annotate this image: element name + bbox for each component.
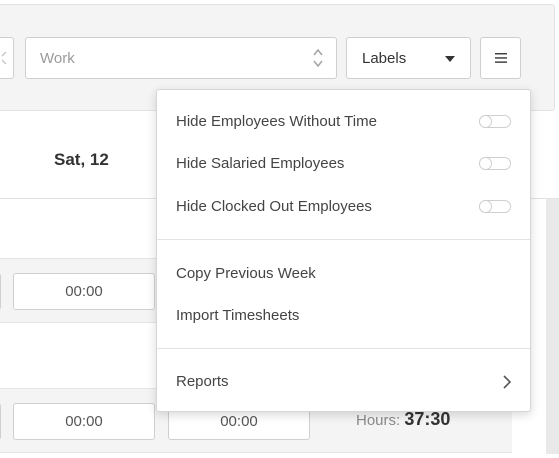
toggle-knob [479, 157, 492, 170]
menu-item-copy-previous-week[interactable]: Copy Previous Week [157, 252, 530, 294]
menu-item-label: Reports [176, 372, 229, 390]
menu-item-import-timesheets[interactable]: Import Timesheets [157, 294, 530, 336]
toggle-knob [479, 200, 492, 213]
toggle-hide-clocked-out-employees[interactable]: Hide Clocked Out Employees [157, 185, 530, 227]
time-input-partial[interactable] [0, 403, 1, 440]
options-dropdown: Hide Employees Without Time Hide Salarie… [156, 89, 531, 412]
time-input-partial[interactable] [0, 273, 1, 310]
hours-label: Hours: [356, 412, 401, 429]
toggle-label: Hide Salaried Employees [176, 154, 345, 172]
hours-total: Hours: 37:30 [356, 409, 450, 430]
labels-select-value: Labels [362, 49, 407, 67]
toggle-knob [479, 115, 492, 128]
menu-item-reports[interactable]: Reports [157, 360, 530, 402]
left-stepper[interactable] [0, 37, 14, 79]
toggle-hide-salaried-employees[interactable]: Hide Salaried Employees [157, 142, 530, 184]
day-label: Sat, 12 [54, 150, 109, 169]
hours-value: 37:30 [404, 409, 451, 429]
toggle-hide-employees-without-time[interactable]: Hide Employees Without Time [157, 100, 530, 142]
timesheet-screen: Work Labels Sat, 12 00:00 00:00 00:00 Ho… [0, 0, 559, 458]
toggle-label: Hide Employees Without Time [176, 112, 377, 130]
menu-divider [157, 348, 530, 349]
work-select[interactable]: Work [25, 37, 337, 79]
hamburger-icon [494, 53, 507, 63]
work-select-value: Work [40, 49, 75, 67]
menu-item-label: Copy Previous Week [176, 264, 316, 282]
stepper-icon [1, 51, 7, 65]
labels-select[interactable]: Labels [346, 37, 471, 79]
menu-button[interactable] [480, 37, 521, 79]
toggle-label: Hide Clocked Out Employees [176, 197, 372, 215]
time-input[interactable]: 00:00 [13, 403, 155, 440]
time-input[interactable]: 00:00 [13, 273, 155, 310]
toggle-switch[interactable] [479, 157, 511, 170]
updown-chevron-icon [313, 48, 323, 68]
menu-item-label: Import Timesheets [176, 306, 300, 324]
caret-down-icon [445, 56, 455, 62]
toggle-switch[interactable] [479, 200, 511, 213]
chevron-right-icon [503, 375, 512, 389]
scrollbar[interactable] [546, 199, 559, 454]
toggle-switch[interactable] [479, 115, 511, 128]
menu-divider [157, 239, 530, 240]
